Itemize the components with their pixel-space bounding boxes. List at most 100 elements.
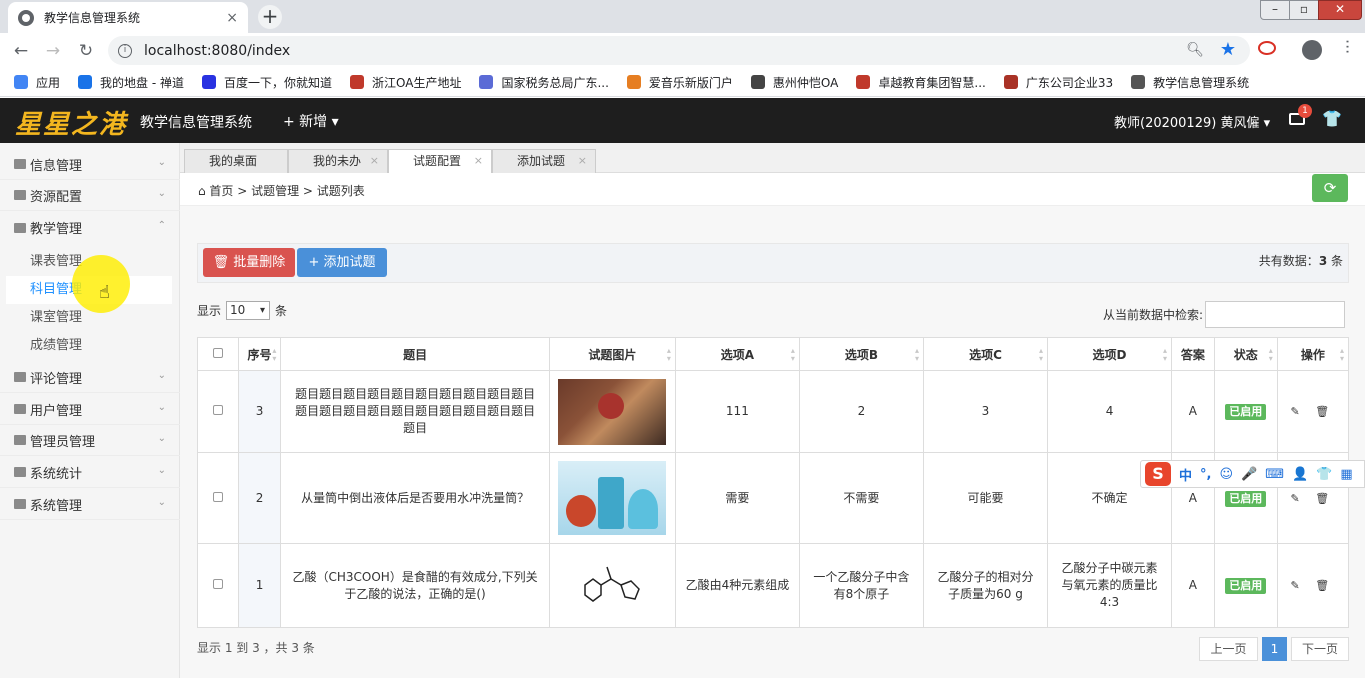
bookmark-item[interactable]: 国家税务总局广东... xyxy=(479,74,609,91)
column-header-status[interactable]: 状态 ▴ ▾ xyxy=(1213,337,1278,371)
mail-count-badge: 1 xyxy=(1298,104,1312,118)
column-header-ops[interactable]: 操作 ▴ ▾ xyxy=(1276,337,1350,371)
bookmark-item[interactable]: 应用 xyxy=(14,74,60,91)
column-header-option-d[interactable]: 选项D ▴ ▾ xyxy=(1046,337,1173,371)
sidebar: 信息管理 ⌄ 资源配置 ⌄ 教学管理 ⌃ 课表管理 科目管理 课室管理 成绩管理… xyxy=(0,143,180,678)
length-prefix: 显示 xyxy=(197,304,222,318)
address-bar[interactable]: i localhost:8080/index 🔍︎ ★ xyxy=(108,36,1250,65)
sidebar-subitem-grades[interactable]: 成绩管理 xyxy=(0,332,180,360)
site-info-icon[interactable]: i xyxy=(118,43,132,58)
sidebar-item-info[interactable]: 信息管理 ⌄ xyxy=(0,149,180,180)
skin-shirt-icon[interactable]: 👕 xyxy=(1322,109,1342,128)
edit-delete-icons[interactable]: ✎ 🗑 xyxy=(1291,492,1336,505)
forward-icon[interactable]: → xyxy=(41,39,65,63)
browser-tab[interactable]: 教学信息管理系统 × xyxy=(8,2,248,33)
column-header-option-b[interactable]: 选项B ▴ ▾ xyxy=(798,337,924,371)
tab-add-question[interactable]: 添加试题 × xyxy=(492,149,596,173)
sidebar-item-resource[interactable]: 资源配置 ⌄ xyxy=(0,180,180,211)
prev-page-button[interactable]: 上一页 xyxy=(1199,637,1258,661)
bookmark-star-icon[interactable]: ★ xyxy=(1220,39,1236,60)
browser-tabstrip: 教学信息管理系统 × + – ▫ ✕ xyxy=(0,0,1365,33)
select-all-checkbox[interactable] xyxy=(212,348,223,358)
sidebar-item-users[interactable]: 用户管理 ⌄ xyxy=(0,394,180,425)
search-label: 从当前数据中检索: xyxy=(1103,308,1204,322)
status-badge: 已启用 xyxy=(1225,404,1267,420)
main-content: 🗑 批量删除 + 添加试题 共有数据：3 条 显示 10 条 从当前数据中检索:… xyxy=(180,206,1365,678)
tab-question-config[interactable]: 试题配置 × xyxy=(388,149,492,173)
account-avatar-icon[interactable] xyxy=(1302,40,1322,60)
ime-tool-icon[interactable]: 👕 xyxy=(1316,467,1332,482)
column-header-option-a[interactable]: 选项A ▴ ▾ xyxy=(674,337,800,371)
bookmark-item[interactable]: 教学信息管理系统 xyxy=(1131,74,1249,91)
tab-todo[interactable]: 我的未办 × xyxy=(288,149,388,173)
page-length-select[interactable]: 10 xyxy=(226,301,271,320)
row-checkbox[interactable] xyxy=(212,579,223,589)
column-header-seq[interactable]: 序号 ▴ ▾ xyxy=(237,337,282,371)
sort-icon: ▴ ▾ xyxy=(1038,346,1043,363)
bookmark-item[interactable]: 爱音乐新版门户 xyxy=(626,74,733,91)
sidebar-item-comments[interactable]: 评论管理 ⌄ xyxy=(0,362,180,393)
search-input[interactable] xyxy=(1205,301,1346,328)
bookmark-item[interactable]: 卓越教育集团智慧... xyxy=(856,74,986,91)
ime-tool-icon[interactable]: ▦ xyxy=(1340,467,1352,482)
new-tab-button[interactable]: + xyxy=(258,5,282,29)
browser-menu-icon[interactable]: ··· xyxy=(1338,39,1357,54)
ime-logo-icon[interactable]: S xyxy=(1145,462,1171,486)
sidebar-item-teaching[interactable]: 教学管理 ⌃ xyxy=(0,212,180,243)
zoom-icon[interactable]: 🔍︎ xyxy=(1186,42,1204,58)
browser-toolbar: ← → ↻ i localhost:8080/index 🔍︎ ★ ··· xyxy=(0,33,1365,68)
question-image xyxy=(584,566,641,602)
cell-image xyxy=(548,370,676,453)
breadcrumb: ⌂ 首页 > 试题管理 > 试题列表 xyxy=(198,184,365,198)
ime-toolbar: S 中 °, ☺ 🎤 ⌨ 👤 👕 ▦ xyxy=(1140,460,1365,488)
column-header-option-c[interactable]: 选项C ▴ ▾ xyxy=(922,337,1049,371)
current-page-button[interactable]: 1 xyxy=(1262,637,1287,661)
add-question-button[interactable]: + 添加试题 xyxy=(297,248,387,277)
window-maximize-button[interactable]: ▫ xyxy=(1289,0,1319,20)
bookmark-item[interactable]: 惠州仲恺OA xyxy=(750,74,838,91)
tab-close-icon[interactable]: × xyxy=(226,10,238,26)
ime-tool-icon[interactable]: °, xyxy=(1200,467,1211,482)
tab-desktop[interactable]: 我的桌面 xyxy=(184,149,288,173)
cell-image xyxy=(548,452,676,544)
flask-shape xyxy=(566,495,597,527)
bookmark-item[interactable]: 我的地盘 - 禅道 xyxy=(78,74,184,91)
ime-tool-icon[interactable]: 👤 xyxy=(1292,467,1308,482)
cell-option-a: 需要 xyxy=(674,452,800,544)
bookmark-label: 卓越教育集团智慧... xyxy=(878,75,986,90)
row-checkbox[interactable] xyxy=(212,405,223,415)
sidebar-item-label: 系统管理 xyxy=(30,498,83,514)
bookmark-item[interactable]: 浙江OA生产地址 xyxy=(350,74,461,91)
window-minimize-button[interactable]: – xyxy=(1260,0,1290,20)
cell-option-c: 可能要 xyxy=(922,452,1049,544)
extension-icon[interactable] xyxy=(1258,41,1276,55)
ime-tool-icon[interactable]: 中 xyxy=(1179,465,1192,484)
bookmark-item[interactable]: 广东公司企业33 xyxy=(1003,74,1113,91)
sidebar-item-system[interactable]: 系统管理 ⌄ xyxy=(0,489,180,520)
bookmark-favicon-icon xyxy=(479,75,494,89)
edit-delete-icons[interactable]: ✎ 🗑 xyxy=(1291,405,1336,418)
ime-tool-icon[interactable]: ⌨ xyxy=(1265,467,1284,482)
tab-close-icon[interactable]: × xyxy=(578,150,587,172)
tab-close-icon[interactable]: × xyxy=(474,150,483,172)
ime-tool-icon[interactable]: 🎤 xyxy=(1241,467,1257,482)
column-header-image[interactable]: 试题图片 ▴ ▾ xyxy=(548,337,676,371)
sidebar-item-stats[interactable]: 系统统计 ⌄ xyxy=(0,457,180,488)
tab-close-icon[interactable]: × xyxy=(370,150,379,172)
edit-delete-icons[interactable]: ✎ 🗑 xyxy=(1291,579,1336,592)
refresh-button[interactable]: ⟳ xyxy=(1312,174,1348,202)
batch-delete-button[interactable]: 🗑 批量删除 xyxy=(203,248,295,277)
row-select-cell xyxy=(197,543,239,628)
back-icon[interactable]: ← xyxy=(9,39,33,63)
menu-icon xyxy=(14,372,26,382)
next-page-button[interactable]: 下一页 xyxy=(1291,637,1349,661)
window-close-button[interactable]: ✕ xyxy=(1318,0,1362,20)
row-checkbox[interactable] xyxy=(212,491,223,502)
reload-icon[interactable]: ↻ xyxy=(74,39,98,63)
length-suffix: 条 xyxy=(275,304,288,318)
ime-tool-icon[interactable]: ☺ xyxy=(1219,467,1233,482)
add-new-menu[interactable]: + 新增 ▾ xyxy=(283,111,339,131)
sidebar-item-admins[interactable]: 管理员管理 ⌄ xyxy=(0,425,180,456)
user-menu[interactable]: 教师(20200129) 黄风僱 ▾ xyxy=(1114,112,1270,131)
bookmark-item[interactable]: 百度一下，你就知道 xyxy=(201,74,332,91)
